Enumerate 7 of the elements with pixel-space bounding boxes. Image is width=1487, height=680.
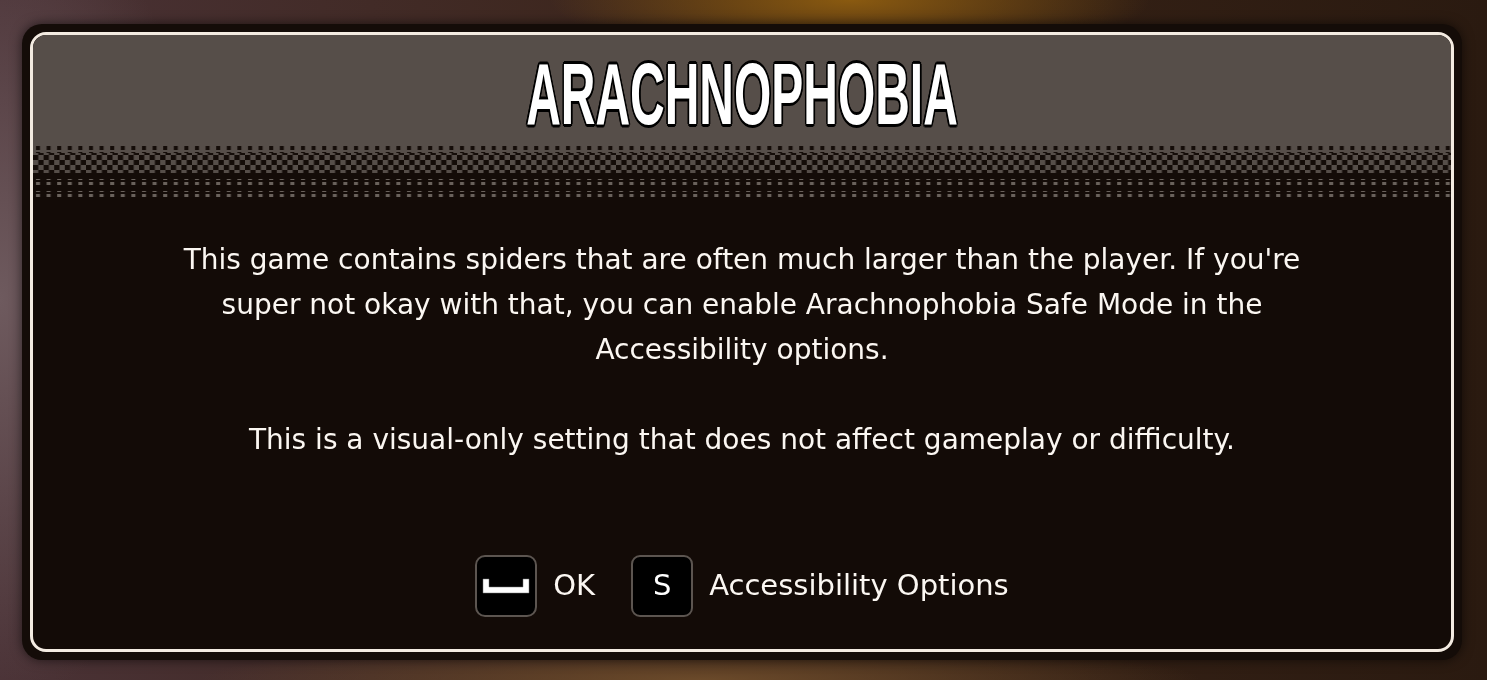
accessibility-options-button[interactable]: S Accessibility Options [631, 555, 1009, 617]
message-text: This game contains spiders that are often much larger than the player. If you're super not okay with that, you can enable Arachnophobia Safe Mode in the Accessibility options. [182, 242, 1302, 368]
dialog-title: ARACHNOPHOBIA [526, 50, 958, 138]
message-text: This is a visual-only setting that does not affect gameplay or difficulty. [248, 422, 1236, 458]
ok-button[interactable]: OK [475, 555, 596, 617]
spacebar-key-icon [475, 555, 538, 617]
key-cap: S [631, 555, 694, 617]
